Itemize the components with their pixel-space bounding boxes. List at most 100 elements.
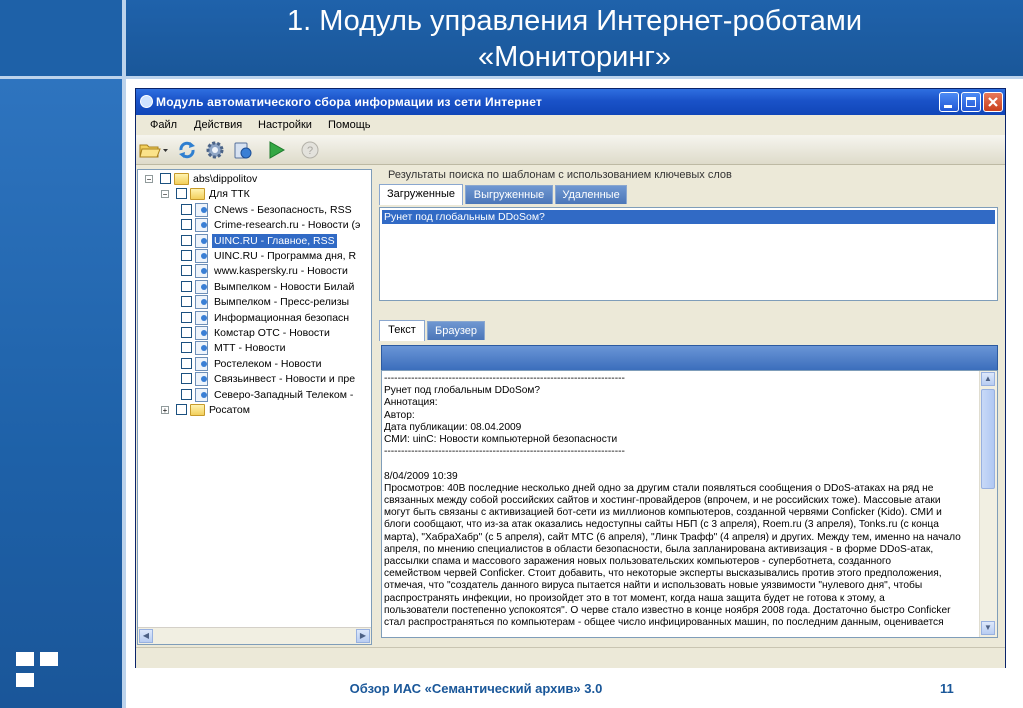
rss-page-icon	[195, 326, 208, 340]
tree-item[interactable]: Ростелеком - Новости	[138, 356, 371, 372]
slide-title-line2: «Мониторинг»	[477, 41, 672, 73]
minimize-button[interactable]	[939, 92, 959, 112]
article-line: блоги сообщают, что из-за атак оказались…	[384, 519, 939, 531]
tree-checkbox[interactable]	[181, 342, 192, 354]
help-icon[interactable]: ?	[300, 140, 320, 160]
tree-item[interactable]: Вымпелком - Пресс-релизы	[138, 295, 371, 310]
menu-file[interactable]: Файл	[150, 119, 177, 131]
rss-page-icon	[195, 295, 208, 310]
tree-checkbox[interactable]	[181, 388, 192, 400]
slide-left-band	[0, 0, 122, 708]
tree-item-label: UINC.RU - Главное, RSS	[212, 233, 337, 248]
tree-checkbox[interactable]	[181, 373, 192, 385]
menu-help[interactable]: Помощь	[328, 119, 371, 131]
detail-header-strip	[381, 345, 998, 371]
server-icon[interactable]	[232, 140, 252, 160]
results-header: Результаты поиска по шаблонам с использо…	[388, 169, 732, 181]
window-titlebar[interactable]: Модуль автоматического сбора информации …	[136, 89, 1005, 115]
tree-folder[interactable]: − abs\dippolitov	[138, 172, 371, 187]
list-item[interactable]: Рунет под глобальным DDoSом?	[382, 210, 995, 224]
slide-title-bar: 1. Модуль управления Интернет-роботами «…	[126, 0, 1023, 76]
tree-item-label: Северо-Западный Телеком -	[214, 388, 354, 401]
rss-page-icon	[195, 202, 208, 217]
tab-text[interactable]: Текст	[379, 320, 425, 341]
article-line: Просмотров: 40В последние несколько дней…	[384, 482, 934, 494]
refresh-icon[interactable]	[177, 140, 197, 160]
menu-settings[interactable]: Настройки	[258, 119, 312, 131]
tree-checkbox[interactable]	[181, 234, 192, 246]
tree-checkbox[interactable]	[181, 219, 192, 231]
toolbar: ?	[136, 135, 1005, 165]
play-icon[interactable]	[266, 140, 286, 160]
tree-checkbox[interactable]	[181, 327, 192, 338]
rss-page-icon	[195, 279, 208, 294]
source-tree[interactable]: ◀ ▶ − abs\dippolitov − Для ТТК CNews - Безоп…	[137, 169, 372, 645]
tree-checkbox[interactable]	[181, 203, 192, 215]
collapse-icon[interactable]: −	[161, 190, 169, 199]
article-line: Рунет под глобальным DDoSом?	[384, 385, 541, 397]
status-bar	[136, 647, 1005, 668]
scroll-down-button[interactable]: ▼	[981, 621, 995, 635]
tree-item[interactable]: UINC.RU - Программа дня, R	[138, 249, 371, 264]
tree-item-label: Росатом	[209, 404, 250, 416]
scroll-left-button[interactable]: ◀	[139, 629, 153, 643]
tree-item[interactable]: Crime-research.ru - Новости (э	[138, 218, 371, 233]
tree-item[interactable]: МТТ - Новости	[138, 341, 371, 356]
tree-checkbox[interactable]	[176, 404, 187, 415]
expand-icon[interactable]: +	[161, 406, 169, 415]
collapse-icon[interactable]: −	[145, 175, 153, 184]
tree-checkbox[interactable]	[181, 357, 192, 369]
folder-icon	[190, 404, 205, 416]
tree-folder[interactable]: + Росатом	[138, 403, 371, 418]
tree-checkbox[interactable]	[160, 173, 171, 184]
tree-item[interactable]: Информационная безопасн	[138, 310, 371, 326]
gear-icon[interactable]	[205, 140, 225, 160]
results-list[interactable]: Рунет под глобальным DDoSом?	[379, 207, 998, 301]
menu-actions[interactable]: Действия	[194, 119, 242, 131]
app-window: Модуль автоматического сбора информации …	[135, 88, 1006, 668]
rss-page-icon	[195, 356, 208, 371]
folder-open-icon[interactable]	[139, 140, 169, 160]
tree-checkbox[interactable]	[181, 265, 192, 277]
scroll-thumb[interactable]	[981, 389, 995, 489]
article-line: Аннотация:	[384, 397, 438, 409]
article-line: связанных между собой российских сайтов …	[384, 495, 941, 507]
tree-folder[interactable]: − Для ТТК	[138, 187, 371, 202]
article-text[interactable]: ----------------------------------------…	[381, 370, 998, 638]
tab-unloaded[interactable]: Выгруженные	[465, 185, 553, 204]
tree-item[interactable]: Северо-Западный Телеком -	[138, 387, 371, 403]
tree-checkbox[interactable]	[181, 296, 192, 308]
tree-item[interactable]: Комстар ОТС - Новости	[138, 326, 371, 341]
maximize-button[interactable]	[961, 92, 981, 112]
svg-text:?: ?	[307, 145, 313, 157]
article-line: ----------------------------------------…	[384, 373, 625, 384]
scroll-right-button[interactable]: ▶	[356, 629, 370, 643]
tree-item[interactable]: www.kaspersky.ru - Новости	[138, 264, 371, 279]
article-line: СМИ: uinC: Новости компьютерной безопасн…	[384, 434, 618, 446]
tree-item[interactable]: UINC.RU - Главное, RSS	[138, 233, 371, 249]
tree-item[interactable]: Связьинвест - Новости и пре	[138, 372, 371, 387]
tab-browser[interactable]: Браузер	[427, 321, 485, 340]
tree-item-label: Crime-research.ru - Новости (э	[214, 219, 361, 232]
scroll-up-button[interactable]: ▲	[981, 372, 995, 386]
tree-checkbox[interactable]	[181, 280, 192, 292]
folder-icon	[174, 173, 189, 185]
article-line: апреля, по мнению специалистов в области…	[384, 543, 934, 555]
tree-item-label: www.kaspersky.ru - Новости	[214, 265, 348, 278]
tree-checkbox[interactable]	[181, 250, 192, 261]
tab-loaded[interactable]: Загруженные	[379, 184, 463, 205]
text-vertical-scrollbar[interactable]: ▲ ▼	[979, 371, 997, 637]
tree-horizontal-scrollbar[interactable]: ◀ ▶	[138, 627, 371, 644]
rss-page-icon	[195, 249, 208, 263]
tree-checkbox[interactable]	[176, 188, 187, 200]
tree-item-label: Комстар ОТС - Новости	[214, 327, 330, 339]
decor-square	[16, 673, 34, 687]
slide-divider-horizontal	[0, 76, 1023, 79]
article-line: Дата публикации: 08.04.2009	[384, 421, 522, 433]
tree-item[interactable]: CNews - Безопасность, RSS	[138, 202, 371, 218]
close-button[interactable]	[983, 92, 1003, 112]
tree-checkbox[interactable]	[181, 311, 192, 323]
tab-deleted[interactable]: Удаленные	[555, 185, 627, 204]
tree-item-label: Вымпелком - Пресс-релизы	[214, 296, 350, 309]
tree-item[interactable]: Вымпелком - Новости Билай	[138, 279, 371, 295]
